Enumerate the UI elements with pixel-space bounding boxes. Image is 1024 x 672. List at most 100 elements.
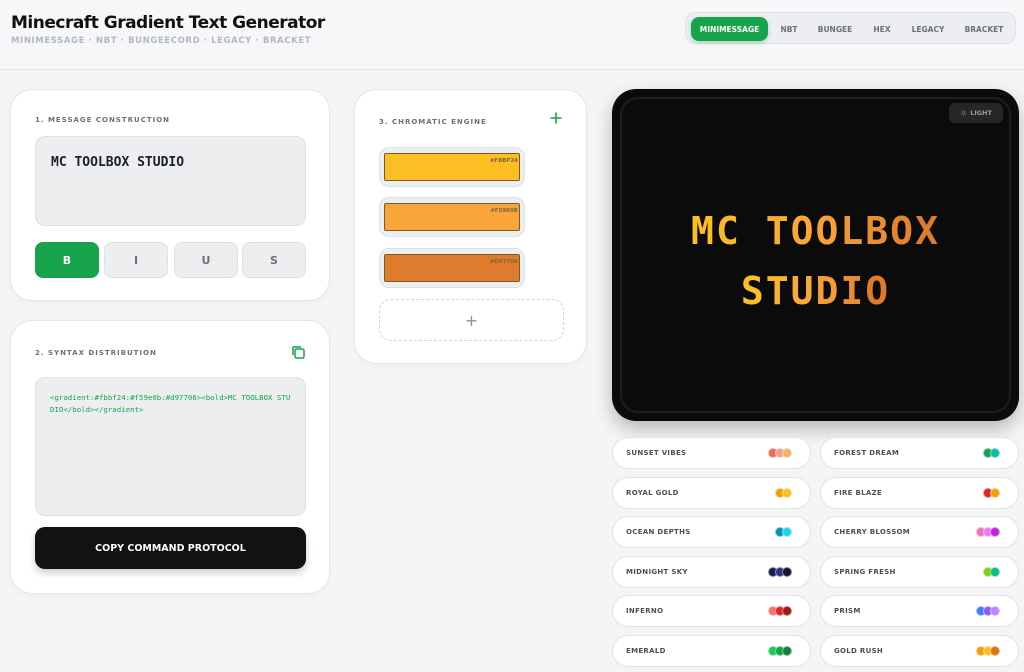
preset-color-dot <box>782 527 792 538</box>
preset-color-dots <box>983 566 1000 578</box>
preset-name: FOREST DREAM <box>834 449 900 457</box>
preset-color-dots <box>976 606 1000 617</box>
theme-toggle-label: LIGHT <box>970 109 992 117</box>
color-hex-label: #D97706 <box>489 259 518 265</box>
color-stop-1[interactable]: #FBBF24 <box>379 147 525 187</box>
preset-color-dot <box>990 487 1000 498</box>
add-color-icon[interactable] <box>550 112 562 124</box>
preset-color-dots <box>976 646 1000 657</box>
preset-color-dots <box>768 646 792 657</box>
preset-color-dot <box>782 448 792 458</box>
preset-name: SUNSET VIBES <box>626 449 687 457</box>
preset-cherry-blossom[interactable]: CHERRY BLOSSOM <box>820 516 1019 549</box>
preview-panel: ☼ LIGHT MC TOOLBOX STUDIO <box>612 89 1019 421</box>
preset-name: CHERRY BLOSSOM <box>834 528 911 537</box>
underline-button[interactable]: U <box>174 242 238 278</box>
syntax-distribution-card: 2. SYNTAX DISTRIBUTION <gradient:#fbbf24… <box>10 320 330 594</box>
preset-name: GOLD RUSH <box>834 647 884 655</box>
preset-ocean-depths[interactable]: OCEAN DEPTHS <box>612 516 811 549</box>
copy-icon[interactable] <box>291 345 305 359</box>
preview-line-1: MC TOOLBOX <box>612 201 1019 261</box>
sun-icon: ☼ <box>960 108 968 118</box>
message-input[interactable]: MC TOOLBOX STUDIO <box>35 136 306 226</box>
preset-color-dots <box>768 606 792 617</box>
preset-name: EMERALD <box>626 647 666 655</box>
preset-midnight-sky[interactable]: MIDNIGHT SKY <box>612 555 811 588</box>
tab-bracket[interactable]: BRACKET <box>958 17 1010 41</box>
chromatic-engine-label: 3. CHROMATIC ENGINE <box>379 118 487 126</box>
color-stop-2[interactable]: #F59E0B <box>379 197 525 237</box>
preset-color-dots <box>976 527 1000 538</box>
copy-command-button[interactable]: COPY COMMAND PROTOCOL <box>35 527 306 569</box>
preset-inferno[interactable]: INFERNO <box>612 595 811 628</box>
preview-char: O <box>815 209 841 253</box>
preset-color-dots <box>983 487 1000 499</box>
color-stop-3[interactable]: #D97706 <box>379 248 525 288</box>
preset-sunset-vibes[interactable]: SUNSET VIBES <box>612 437 811 469</box>
preview-char: O <box>890 209 916 253</box>
preview-char: M <box>691 209 716 253</box>
preset-gold-rush[interactable]: GOLD RUSH <box>820 635 1019 667</box>
syntax-distribution-label: 2. SYNTAX DISTRIBUTION <box>35 349 157 357</box>
preset-color-dots <box>775 527 792 538</box>
preset-name: OCEAN DEPTHS <box>626 528 691 537</box>
app-title: Minecraft Gradient Text Generator <box>11 13 325 33</box>
preview-char: C <box>715 209 741 253</box>
preset-name: FIRE BLAZE <box>834 488 883 497</box>
italic-button[interactable]: I <box>104 242 168 278</box>
tab-minimessage[interactable]: MINIMESSAGE <box>691 17 768 41</box>
preset-color-dots <box>768 448 792 459</box>
chromatic-engine-card: 3. CHROMATIC ENGINE #FBBF24 #F59E0B #D97… <box>354 89 587 364</box>
preset-color-dot <box>990 527 1000 538</box>
preset-emerald[interactable]: EMERALD <box>612 635 811 667</box>
message-construction-label: 1. MESSAGE CONSTRUCTION <box>35 116 171 124</box>
preset-forest-dream[interactable]: FOREST DREAM <box>820 437 1019 469</box>
preset-color-dot <box>782 606 792 617</box>
tab-nbt[interactable]: NBT <box>772 17 806 41</box>
preset-color-dots <box>775 487 792 499</box>
preview-line-2: STUDIO <box>612 261 1019 321</box>
preview-text: MC TOOLBOX STUDIO <box>612 201 1019 321</box>
preview-char: O <box>790 209 816 253</box>
preview-char: I <box>840 269 866 313</box>
preset-color-dot <box>990 448 1000 458</box>
preset-color-dots <box>983 448 1000 459</box>
preset-color-dot <box>782 487 792 498</box>
preview-char: D <box>815 269 841 313</box>
preset-color-dot <box>990 646 1000 656</box>
preset-name: MIDNIGHT SKY <box>626 567 688 576</box>
color-hex-label: #F59E0B <box>490 208 518 214</box>
theme-toggle-button[interactable]: ☼ LIGHT <box>949 103 1003 123</box>
tab-legacy[interactable]: LEGACY <box>905 17 951 41</box>
preset-color-dot <box>990 606 1000 617</box>
message-construction-card: 1. MESSAGE CONSTRUCTION MC TOOLBOX STUDI… <box>10 89 330 301</box>
bold-button[interactable]: B <box>35 242 99 278</box>
preview-char: L <box>840 209 866 253</box>
preset-name: INFERNO <box>626 607 664 616</box>
preset-prism[interactable]: PRISM <box>820 595 1019 628</box>
preset-color-dots <box>768 566 792 578</box>
preset-name: ROYAL GOLD <box>626 488 679 497</box>
preset-name: PRISM <box>834 607 861 616</box>
preset-fire-blaze[interactable]: FIRE BLAZE <box>820 476 1019 509</box>
preview-char: O <box>865 269 891 313</box>
preview-char: X <box>915 209 940 253</box>
tab-bungee[interactable]: BUNGEE <box>812 17 858 41</box>
add-color-button[interactable]: + <box>379 299 564 341</box>
preset-color-dot <box>990 566 1000 577</box>
preview-char: T <box>765 209 791 253</box>
preview-char <box>741 209 766 253</box>
app-subtitle: MINIMESSAGE · NBT · BUNGEECORD · LEGACY … <box>11 36 312 46</box>
preview-char: U <box>790 269 816 313</box>
preset-royal-gold[interactable]: ROYAL GOLD <box>612 476 811 509</box>
preset-color-dot <box>782 566 792 577</box>
format-tabs: MINIMESSAGE NBT BUNGEE HEX LEGACY BRACKE… <box>685 12 1016 44</box>
strikethrough-button[interactable]: S <box>242 242 306 278</box>
tab-hex[interactable]: HEX <box>866 17 898 41</box>
preset-name: SPRING FRESH <box>834 567 896 576</box>
preview-char: S <box>740 269 766 313</box>
preset-color-dot <box>782 646 792 656</box>
preset-spring-fresh[interactable]: SPRING FRESH <box>820 555 1019 588</box>
app-header: Minecraft Gradient Text Generator MINIME… <box>0 0 1024 70</box>
syntax-output[interactable]: <gradient:#fbbf24:#f59e0b:#d97706><bold>… <box>35 377 306 516</box>
